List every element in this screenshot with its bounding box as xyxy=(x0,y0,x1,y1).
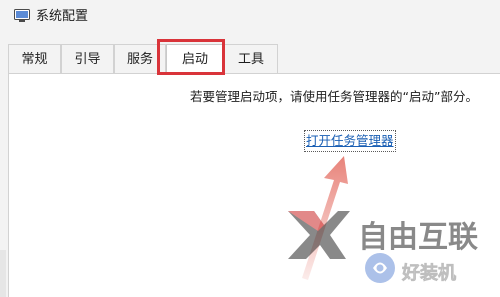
title-bar: 系统配置 xyxy=(0,0,500,34)
watermark-sub-text: 好装机 xyxy=(401,262,456,284)
window-edge xyxy=(0,250,6,297)
startup-tab-highlight-box xyxy=(157,39,225,75)
tab-label: 常规 xyxy=(21,52,48,67)
open-task-manager-link[interactable]: 打开任务管理器 xyxy=(304,130,396,152)
tab-label: 服务 xyxy=(126,52,153,67)
system-config-icon xyxy=(14,9,30,22)
startup-info-message: 若要管理启动项，请使用任务管理器的“启动”部分。 xyxy=(190,89,478,104)
tab-label: 引导 xyxy=(74,52,101,67)
tab-boot[interactable]: 引导 xyxy=(61,44,114,73)
watermark-logo: 自由互联 好装机 xyxy=(288,211,478,284)
tab-strip: 常规 引导 服务 启动 工具 xyxy=(8,44,500,75)
tab-general[interactable]: 常规 xyxy=(8,44,61,73)
window-title: 系统配置 xyxy=(36,9,89,24)
system-config-window: 系统配置 常规 引导 服务 启动 工具 若要管理启动项，请使用任务管理器的“启动… xyxy=(0,0,500,297)
tab-tools[interactable]: 工具 xyxy=(224,44,278,73)
tab-label: 工具 xyxy=(237,52,264,67)
watermark-brand-text: 自由互联 xyxy=(358,220,478,255)
